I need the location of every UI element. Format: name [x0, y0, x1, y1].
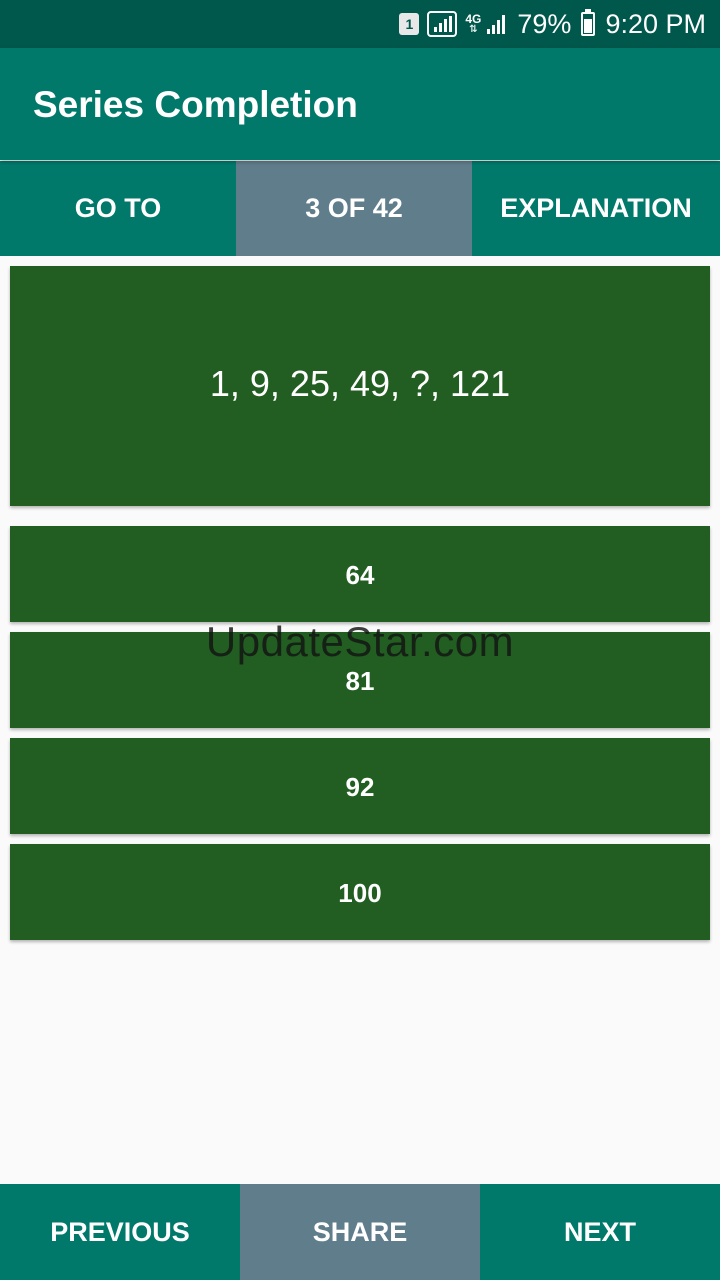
status-bar: 1 4G ⇅ 79% 9:20 PM [0, 0, 720, 48]
bottom-nav-bar: PREVIOUS SHARE NEXT [0, 1184, 720, 1280]
wifi-calling-signal-icon [427, 11, 458, 37]
share-button[interactable]: SHARE [240, 1184, 480, 1280]
answer-option-4[interactable]: 100 [10, 844, 710, 940]
answer-option-label: 100 [338, 877, 382, 908]
answer-option-1[interactable]: 64 [10, 526, 710, 622]
top-tab-bar: GO TO 3 OF 42 EXPLANATION [0, 161, 720, 256]
app-bar: Series Completion [0, 48, 720, 160]
share-label: SHARE [312, 1216, 408, 1247]
question-progress-tab[interactable]: 3 OF 42 [236, 161, 472, 256]
explanation-button[interactable]: EXPLANATION [472, 161, 720, 256]
battery-percent: 79% [517, 8, 572, 39]
previous-button[interactable]: PREVIOUS [0, 1184, 240, 1280]
cell-signal-icon [485, 12, 509, 36]
battery-icon [581, 9, 596, 36]
next-button[interactable]: NEXT [480, 1184, 720, 1280]
goto-button[interactable]: GO TO [0, 161, 236, 256]
question-card: 1, 9, 25, 49, ?, 121 [10, 266, 710, 506]
sim-card-icon: 1 [399, 13, 420, 35]
explanation-label: EXPLANATION [500, 193, 692, 223]
answer-option-2[interactable]: 81 [10, 632, 710, 728]
next-label: NEXT [563, 1216, 636, 1247]
previous-label: PREVIOUS [50, 1216, 190, 1247]
answer-option-label: 81 [345, 665, 375, 696]
network-type-icon: 4G ⇅ [465, 12, 482, 35]
app-title: Series Completion [33, 84, 358, 125]
goto-label: GO TO [74, 193, 162, 223]
question-progress-label: 3 OF 42 [305, 193, 403, 223]
question-text: 1, 9, 25, 49, ?, 121 [209, 363, 511, 404]
answer-option-3[interactable]: 92 [10, 738, 710, 834]
answer-option-label: 64 [345, 559, 375, 590]
answer-option-label: 92 [345, 771, 375, 802]
status-time: 9:20 PM [605, 8, 706, 39]
